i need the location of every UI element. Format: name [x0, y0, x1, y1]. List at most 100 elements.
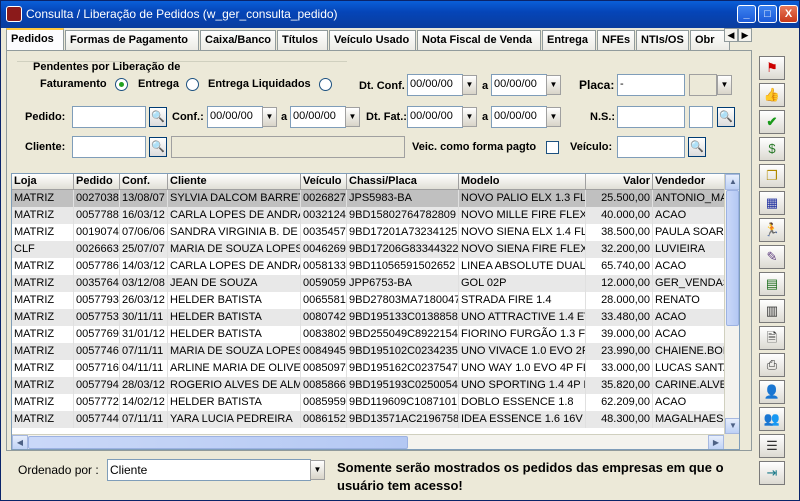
- dt-fat-to-dropdown-icon[interactable]: ▼: [546, 107, 561, 127]
- user-edit-icon[interactable]: ✎: [759, 245, 785, 269]
- tab-titulos[interactable]: Títulos: [277, 30, 328, 50]
- cell-conf: 07/06/06: [120, 224, 168, 241]
- tab-pedidos[interactable]: Pedidos: [6, 28, 64, 51]
- table-row[interactable]: MATRIZ 0027038 13/08/07 SYLVIA DALCOM BARRE…: [12, 190, 725, 207]
- people-icon[interactable]: 👥: [759, 407, 785, 431]
- table-row[interactable]: MATRIZ 0019074 07/06/06 SANDRA VIRGINIA B. …: [12, 224, 725, 241]
- calculator-icon[interactable]: ▥: [759, 299, 785, 323]
- copy-icon[interactable]: ❐: [759, 164, 785, 188]
- spreadsheet-icon[interactable]: ▤: [759, 272, 785, 296]
- dt-fat-to-input[interactable]: 00/00/00: [491, 106, 547, 128]
- maximize-button[interactable]: □: [758, 5, 777, 23]
- minimize-button[interactable]: _: [737, 5, 756, 23]
- scroll-left-icon[interactable]: ◀: [12, 435, 28, 449]
- tab-nota-fiscal-venda[interactable]: Nota Fiscal de Venda: [417, 30, 541, 50]
- column-header-pedido[interactable]: Pedido: [74, 174, 120, 190]
- column-header-modelo[interactable]: Modelo: [459, 174, 586, 190]
- table-row[interactable]: MATRIZ 0057769 31/01/12 HELDER BATISTA 00838…: [12, 326, 725, 343]
- veiculo-input[interactable]: [617, 136, 685, 158]
- horizontal-scrollbar[interactable]: ◀ ▶: [12, 434, 724, 449]
- placa-uf-select[interactable]: [689, 74, 717, 96]
- tab-entrega[interactable]: Entrega: [542, 30, 596, 50]
- dt-fat-from-input[interactable]: 00/00/00: [407, 106, 463, 128]
- ordenado-por-select[interactable]: Cliente: [107, 459, 311, 481]
- cell-chassi-placa: 9BD195162C0237547: [347, 360, 459, 377]
- print-icon[interactable]: ⎙: [759, 353, 785, 377]
- column-header-conf[interactable]: Conf.: [120, 174, 168, 190]
- column-header-loja[interactable]: Loja: [12, 174, 74, 190]
- user-car-icon[interactable]: 👤: [759, 380, 785, 404]
- flag-icon[interactable]: ⚑: [759, 56, 785, 80]
- tab-nfes[interactable]: NFEs: [597, 30, 635, 50]
- ns-lookup-icon[interactable]: 🔍: [717, 107, 735, 127]
- table-row[interactable]: MATRIZ 0057753 30/11/11 HELDER BATISTA 00807…: [12, 309, 725, 326]
- faturamento-radio[interactable]: [115, 78, 128, 91]
- list-icon[interactable]: ☰: [759, 434, 785, 458]
- main-window: Consulta / Liberação de Pedidos (w_ger_c…: [0, 0, 800, 501]
- conf-from-dropdown-icon[interactable]: ▼: [262, 107, 277, 127]
- pedidos-grid[interactable]: Loja Pedido Conf. Cliente Veículo Chassi/Plac…: [11, 173, 740, 450]
- table-row[interactable]: MATRIZ 0057788 16/03/12 CARLA LOPES DE ANDR…: [12, 207, 725, 224]
- table-row[interactable]: MATRIZ 0057786 14/03/12 CARLA LOPES DE ANDR…: [12, 258, 725, 275]
- veiculo-lookup-icon[interactable]: 🔍: [688, 137, 706, 157]
- cliente-lookup-icon[interactable]: 🔍: [149, 137, 167, 157]
- pedido-lookup-icon[interactable]: 🔍: [149, 107, 167, 127]
- money-bag-icon[interactable]: $: [759, 137, 785, 161]
- pedido-input[interactable]: [72, 106, 146, 128]
- conf-to-dropdown-icon[interactable]: ▼: [345, 107, 360, 127]
- cell-modelo: GOL 02P: [459, 275, 586, 292]
- table-row[interactable]: MATRIZ 0057772 14/02/12 HELDER BATISTA 00859…: [12, 394, 725, 411]
- scroll-right-icon[interactable]: ▶: [708, 435, 724, 449]
- column-header-valor[interactable]: Valor: [586, 174, 653, 190]
- dt-fat-from-dropdown-icon[interactable]: ▼: [462, 107, 477, 127]
- cell-modelo: UNO VIVACE 1.0 EVO 2P: [459, 343, 586, 360]
- entrega-liquidados-radio[interactable]: [319, 78, 332, 91]
- placa-uf-dropdown-icon[interactable]: ▼: [717, 75, 732, 95]
- placa-input[interactable]: -: [617, 74, 685, 96]
- column-header-veiculo[interactable]: Veículo: [301, 174, 347, 190]
- scroll-down-icon[interactable]: ▼: [725, 418, 739, 434]
- dt-conf-from-dropdown-icon[interactable]: ▼: [462, 75, 477, 95]
- vertical-scroll-thumb[interactable]: [726, 190, 739, 326]
- column-header-chassi-placa[interactable]: Chassi/Placa: [347, 174, 459, 190]
- dt-conf-from-input[interactable]: 00/00/00: [407, 74, 463, 96]
- dt-conf-to-input[interactable]: 00/00/00: [491, 74, 547, 96]
- check-icon[interactable]: ✔: [759, 110, 785, 134]
- table-row[interactable]: MATRIZ 0035764 03/12/08 JEAN DE SOUZA 005905…: [12, 275, 725, 292]
- thumbs-up-icon[interactable]: 👍: [759, 83, 785, 107]
- veic-forma-pagto-checkbox[interactable]: [546, 141, 559, 154]
- close-button[interactable]: X: [779, 5, 798, 23]
- ordenado-por-dropdown-icon[interactable]: ▼: [310, 460, 325, 480]
- runner-icon[interactable]: 🏃: [759, 218, 785, 242]
- tab-scroll-left-icon[interactable]: ◀: [724, 28, 738, 42]
- table-row[interactable]: CLF 0026663 25/07/07 MARIA DE SOUZA LOPES 00…: [12, 241, 725, 258]
- table-row[interactable]: MATRIZ 0057793 26/03/12 HELDER BATISTA 00655…: [12, 292, 725, 309]
- vertical-scrollbar[interactable]: ▲ ▼: [724, 174, 739, 434]
- cell-valor: 33.480,00: [586, 309, 653, 326]
- table-row[interactable]: MATRIZ 0057744 07/11/11 YARA LUCIA PEDREIRA…: [12, 411, 725, 428]
- exit-icon[interactable]: ⇥: [759, 461, 785, 485]
- column-header-vendedor[interactable]: Vendedor: [653, 174, 725, 190]
- grid-icon[interactable]: ▦: [759, 191, 785, 215]
- scroll-up-icon[interactable]: ▲: [725, 174, 739, 190]
- cliente-code-input[interactable]: [72, 136, 146, 158]
- table-row[interactable]: MATRIZ 0057746 07/11/11 MARIA DE SOUZA LOPE…: [12, 343, 725, 360]
- column-header-cliente[interactable]: Cliente: [168, 174, 301, 190]
- document-search-icon[interactable]: 🗎: [759, 326, 785, 350]
- table-row[interactable]: MATRIZ 0057716 04/11/11 ARLINE MARIA DE OLI…: [12, 360, 725, 377]
- table-row[interactable]: MATRIZ 0057794 28/03/12 ROGERIO ALVES DE AL…: [12, 377, 725, 394]
- entrega-radio[interactable]: [186, 78, 199, 91]
- ns-input[interactable]: [617, 106, 685, 128]
- tab-ntis-os[interactable]: NTIs/OS: [636, 30, 689, 50]
- tab-veiculo-usado[interactable]: Veículo Usado: [329, 30, 416, 50]
- conf-to-input[interactable]: 00/00/00: [290, 106, 346, 128]
- horizontal-scroll-thumb[interactable]: [28, 436, 408, 449]
- tab-formas-pagamento[interactable]: Formas de Pagamento: [65, 30, 199, 50]
- tab-scroll-right-icon[interactable]: ▶: [738, 28, 752, 42]
- tab-caixa-banco[interactable]: Caixa/Banco: [200, 30, 276, 50]
- cell-modelo: UNO SPORTING 1.4 4P FLEX: [459, 377, 586, 394]
- conf-from-input[interactable]: 00/00/00: [207, 106, 263, 128]
- ns-suffix-input[interactable]: [689, 106, 713, 128]
- dt-conf-to-dropdown-icon[interactable]: ▼: [546, 75, 561, 95]
- title-bar[interactable]: Consulta / Liberação de Pedidos (w_ger_c…: [1, 1, 799, 28]
